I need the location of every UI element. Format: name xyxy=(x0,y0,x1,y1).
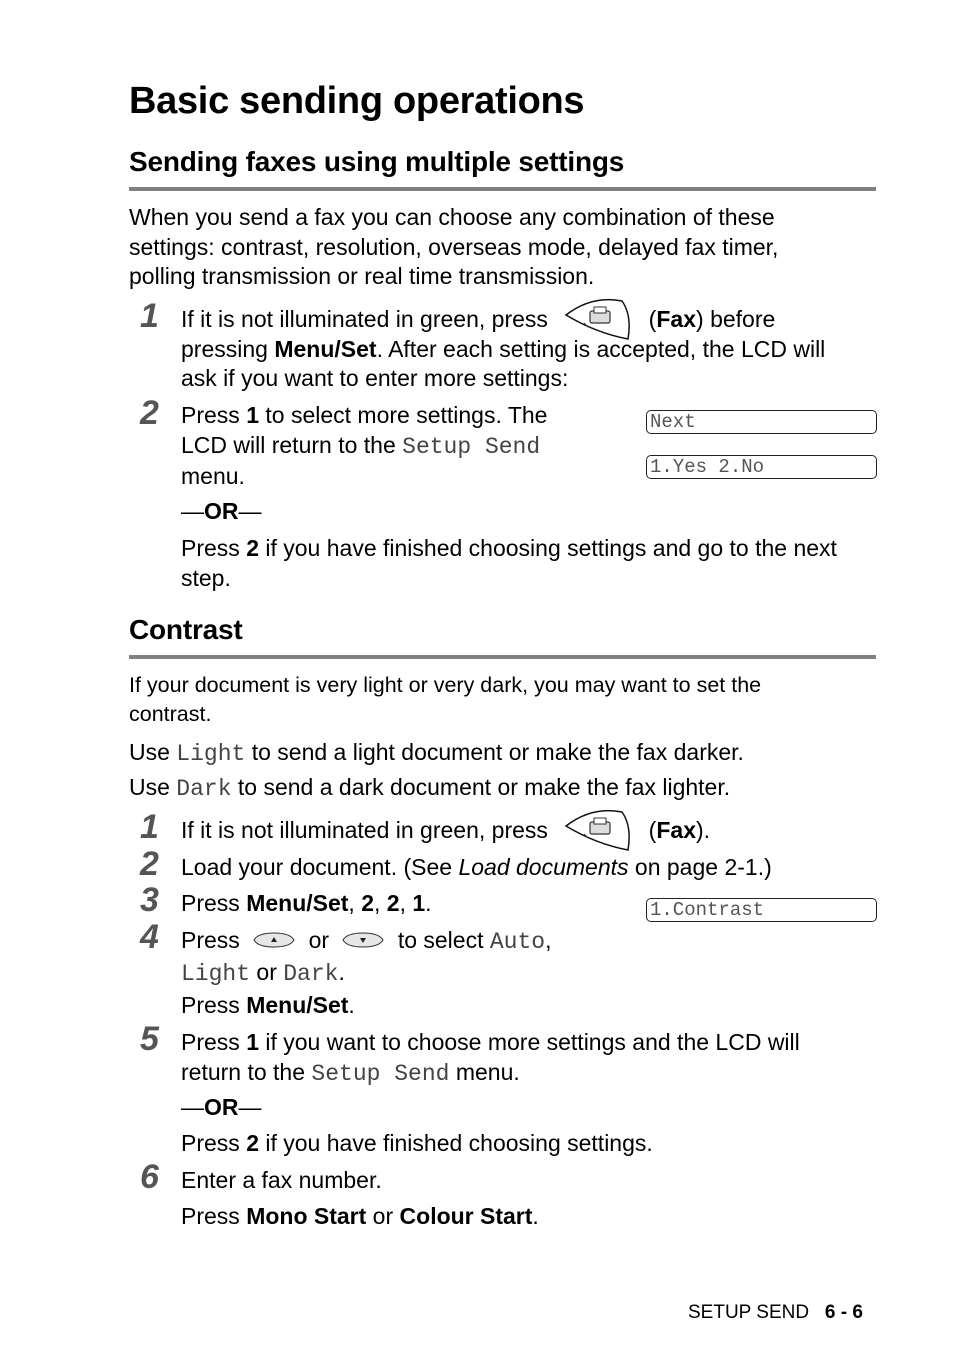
step-number: 2 xyxy=(140,845,159,883)
step-number: 5 xyxy=(140,1020,159,1058)
contrast-step-4: Press or to select Auto, Light or Dark. xyxy=(181,927,552,987)
contrast-step-6-press: Press Mono Start or Colour Start. xyxy=(181,1203,539,1229)
contrast-step-4-press: Press Menu/Set. xyxy=(181,992,355,1018)
or-separator: —OR— xyxy=(181,1094,262,1120)
lcd-display: Next xyxy=(646,410,877,434)
or-separator: —OR— xyxy=(181,498,262,524)
contrast-step-2: Load your document. (See Load documents … xyxy=(181,854,772,880)
use-dark-text: Use Dark to send a dark document or make… xyxy=(129,774,731,802)
section-rule xyxy=(129,655,876,659)
load-documents-reference: Load documents xyxy=(458,854,629,880)
down-arrow-button-icon[interactable] xyxy=(341,932,385,948)
intro-line: When you send a fax you can choose any c… xyxy=(129,204,775,230)
use-light-text: Use Light to send a light document or ma… xyxy=(129,739,744,767)
section-heading-contrast: Contrast xyxy=(129,614,243,645)
section-rule xyxy=(129,187,876,191)
contrast-step-3: Press Menu/Set, 2, 2, 1. xyxy=(181,890,432,916)
step-number: 2 xyxy=(140,394,159,432)
step-2-alternative: Press 2 if you have finished choosing se… xyxy=(181,535,837,591)
page-title: Basic sending operations xyxy=(129,80,585,122)
step-1-text: If it is not illuminated in green, press… xyxy=(181,298,881,394)
lcd-display: 1.Contrast xyxy=(646,898,877,922)
fax-button-icon[interactable] xyxy=(562,808,634,852)
section1-intro: When you send a fax you can choose any c… xyxy=(129,203,889,292)
page-footer: SETUP SEND 6 - 6 xyxy=(688,1302,863,1324)
footer-section: SETUP SEND xyxy=(688,1302,810,1323)
contrast-step-5: Press 1 if you want to choose more setti… xyxy=(181,1029,800,1087)
step-number: 1 xyxy=(140,808,159,846)
step-number: 3 xyxy=(140,881,159,919)
step-2-text: Press 1 to select more settings. The LCD… xyxy=(181,402,548,489)
lcd-display: 1.Yes 2.No xyxy=(646,455,877,479)
step-number: 6 xyxy=(140,1158,159,1196)
section-heading-multiple-settings: Sending faxes using multiple settings xyxy=(129,146,625,177)
page-number: 6 - 6 xyxy=(824,1302,863,1323)
contrast-step-6: Enter a fax number. xyxy=(181,1167,382,1193)
section2-intro: If your document is very light or very d… xyxy=(129,673,762,726)
step-number: 4 xyxy=(140,918,159,956)
intro-line: polling transmission or real time transm… xyxy=(129,263,595,289)
intro-line: settings: contrast, resolution, overseas… xyxy=(129,233,779,260)
step-number: 1 xyxy=(140,297,159,335)
up-arrow-button-icon[interactable] xyxy=(252,932,296,948)
contrast-step-5-alternative: Press 2 if you have finished choosing se… xyxy=(181,1130,653,1156)
contrast-step-1: If it is not illuminated in green, press… xyxy=(181,809,710,851)
